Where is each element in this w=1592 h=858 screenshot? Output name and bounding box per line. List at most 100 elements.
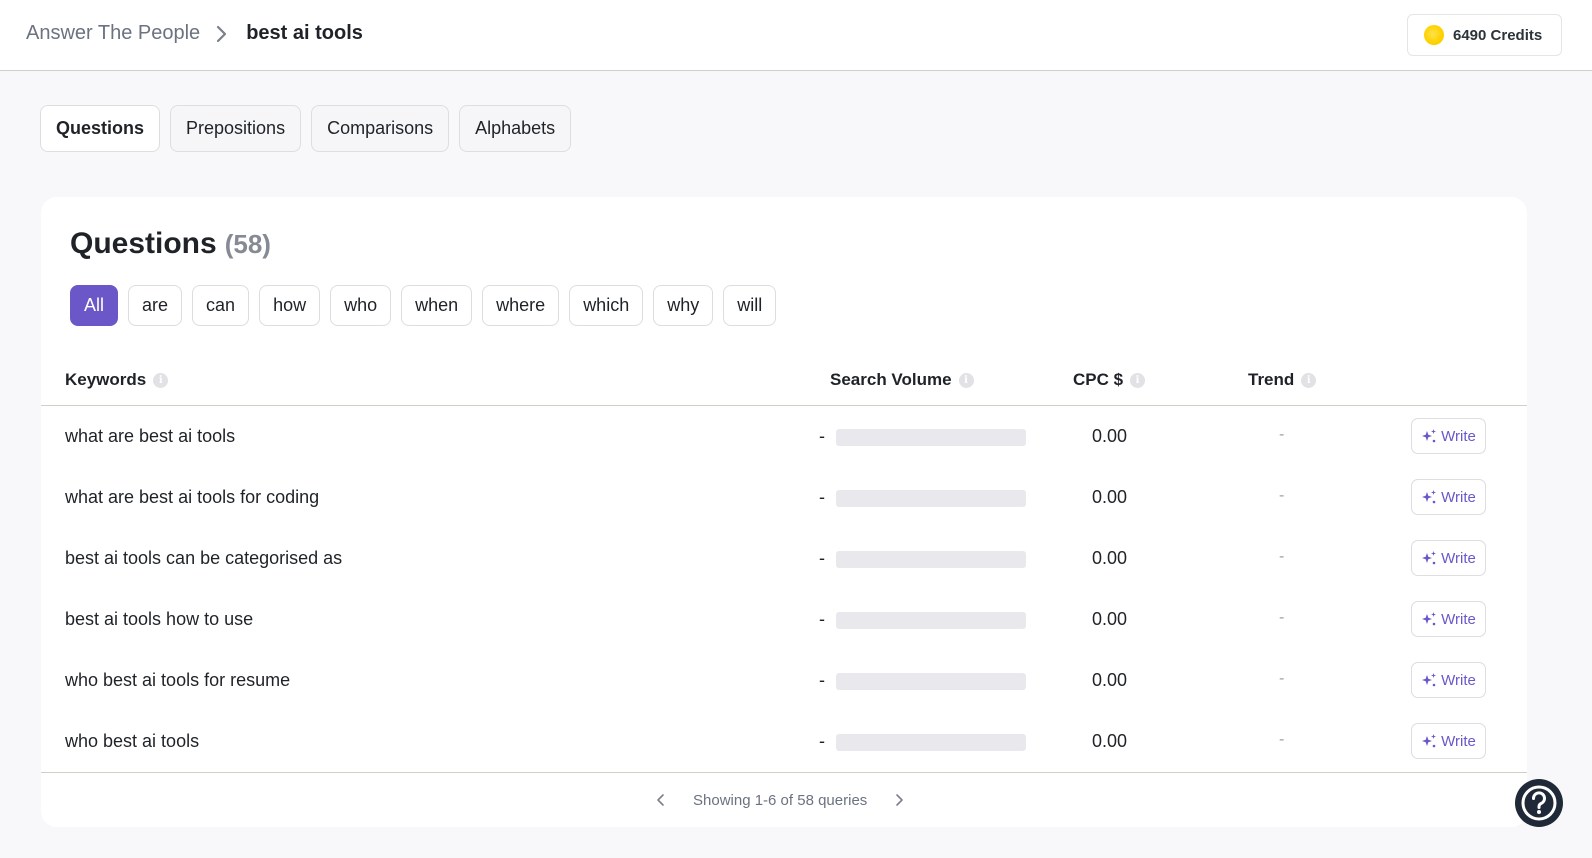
keyword-cell: what are best ai tools — [65, 426, 236, 446]
info-icon[interactable]: i — [1301, 372, 1317, 388]
table-row: what are best ai tools - 0.00 - Write — [41, 407, 1527, 468]
search-volume-bar — [836, 673, 1026, 690]
search-volume-bar — [836, 490, 1026, 507]
table-row: who best ai tools for resume - 0.00 - Write — [41, 651, 1527, 712]
filter-will[interactable]: will — [723, 285, 777, 326]
tab-alphabets[interactable]: Alphabets — [459, 105, 572, 152]
column-header-trend[interactable]: Trend i — [1248, 370, 1317, 390]
info-icon[interactable]: i — [958, 372, 974, 388]
write-button[interactable]: Write — [1411, 601, 1486, 637]
column-label: CPC $ — [1073, 370, 1124, 389]
search-volume-bar — [836, 734, 1026, 751]
trend-value: - — [1279, 548, 1285, 565]
write-button[interactable]: Write — [1411, 479, 1486, 515]
write-label: Write — [1441, 671, 1476, 689]
write-label: Write — [1441, 488, 1476, 506]
cpc-value: 0.00 — [1092, 670, 1128, 690]
help-button[interactable] — [1515, 779, 1563, 827]
trend-value: - — [1279, 609, 1285, 626]
search-volume-bar — [836, 429, 1026, 446]
tab-comparisons[interactable]: Comparisons — [311, 105, 450, 152]
filter-are[interactable]: are — [128, 285, 183, 326]
table-row: best ai tools can be categorised as - 0.00… — [41, 529, 1527, 590]
search-volume-value: - — [819, 548, 825, 568]
search-volume-bar — [836, 551, 1026, 568]
credits-button[interactable]: 6490 Credits — [1407, 14, 1562, 56]
filter-why[interactable]: why — [653, 285, 714, 326]
search-volume-value: - — [819, 670, 825, 690]
filter-all[interactable]: All — [70, 285, 119, 326]
write-label: Write — [1441, 549, 1476, 567]
sparkle-icon — [1422, 734, 1437, 748]
cpc-value: 0.00 — [1092, 487, 1128, 507]
info-icon[interactable]: i — [1130, 372, 1146, 388]
info-icon[interactable]: i — [153, 372, 169, 388]
sparkle-icon — [1422, 551, 1437, 565]
write-button[interactable]: Write — [1411, 723, 1486, 759]
trend-value: - — [1279, 426, 1285, 443]
sparkle-icon — [1422, 673, 1437, 687]
sparkle-icon — [1422, 490, 1437, 504]
filter-chips: All are can how who when where which why… — [70, 285, 777, 326]
sparkle-icon — [1422, 429, 1437, 443]
column-header-cpc[interactable]: CPC $ i — [1073, 370, 1146, 390]
tab-bar: Questions Prepositions Comparisons Alpha… — [40, 105, 572, 152]
write-label: Write — [1441, 427, 1476, 445]
keyword-cell: best ai tools how to use — [65, 609, 254, 629]
keyword-cell: who best ai tools for resume — [65, 670, 291, 690]
search-volume-value: - — [819, 426, 825, 446]
write-label: Write — [1441, 610, 1476, 628]
credits-label: 6490 Credits — [1453, 26, 1543, 44]
keyword-cell: what are best ai tools for coding — [65, 487, 320, 507]
tab-prepositions[interactable]: Prepositions — [170, 105, 302, 152]
write-label: Write — [1441, 732, 1476, 750]
column-label: Search Volume — [830, 370, 952, 389]
write-button[interactable]: Write — [1411, 540, 1486, 576]
chevron-right-icon[interactable] — [889, 790, 909, 810]
filter-can[interactable]: can — [192, 285, 250, 326]
filter-where[interactable]: where — [482, 285, 560, 326]
section-title: Questions (58) — [70, 227, 271, 261]
filter-how[interactable]: how — [259, 285, 321, 326]
column-header-search-volume[interactable]: Search Volume i — [830, 370, 974, 390]
search-volume-bar — [836, 612, 1026, 629]
column-label: Keywords — [65, 370, 147, 389]
cpc-value: 0.00 — [1092, 426, 1128, 446]
table-row: what are best ai tools for coding - 0.00 - W… — [41, 468, 1527, 529]
trend-value: - — [1279, 731, 1285, 748]
top-bar: Answer The People best ai tools 6490 Cre… — [0, 0, 1592, 71]
cpc-value: 0.00 — [1092, 731, 1128, 751]
breadcrumb-current: best ai tools — [246, 22, 363, 44]
column-label: Trend — [1248, 370, 1295, 389]
search-volume-value: - — [819, 731, 825, 751]
trend-value: - — [1279, 487, 1285, 504]
sparkle-icon — [1422, 612, 1437, 626]
write-button[interactable]: Write — [1411, 418, 1486, 454]
trend-value: - — [1279, 670, 1285, 687]
help-circle-icon — [1521, 785, 1557, 821]
column-header-keywords[interactable]: Keywords i — [65, 370, 169, 390]
section-count: (58) — [224, 229, 271, 259]
write-button[interactable]: Write — [1411, 662, 1486, 698]
table-row: who best ai tools - 0.00 - Write — [41, 712, 1527, 773]
table-footer: Showing 1-6 of 58 queries — [41, 772, 1527, 827]
cpc-value: 0.00 — [1092, 609, 1128, 629]
tab-questions[interactable]: Questions — [40, 105, 161, 152]
pagination-label: Showing 1-6 of 58 queries — [693, 791, 868, 809]
search-volume-value: - — [819, 609, 825, 629]
search-volume-value: - — [819, 487, 825, 507]
chevron-left-icon[interactable] — [651, 790, 671, 810]
questions-card: Questions (58) All are can how who when w… — [41, 197, 1527, 827]
keyword-cell: best ai tools can be categorised as — [65, 548, 343, 568]
filter-when[interactable]: when — [401, 285, 473, 326]
keyword-cell: who best ai tools — [65, 731, 200, 751]
breadcrumb-root-link[interactable]: Answer The People — [26, 22, 200, 45]
table-row: best ai tools how to use - 0.00 - Write — [41, 590, 1527, 651]
filter-who[interactable]: who — [330, 285, 392, 326]
chevron-right-icon — [216, 24, 230, 44]
section-title-text: Questions — [70, 227, 217, 260]
cpc-value: 0.00 — [1092, 548, 1128, 568]
pagination: Showing 1-6 of 58 queries — [651, 790, 909, 810]
coin-icon — [1424, 25, 1444, 45]
filter-which[interactable]: which — [569, 285, 644, 326]
